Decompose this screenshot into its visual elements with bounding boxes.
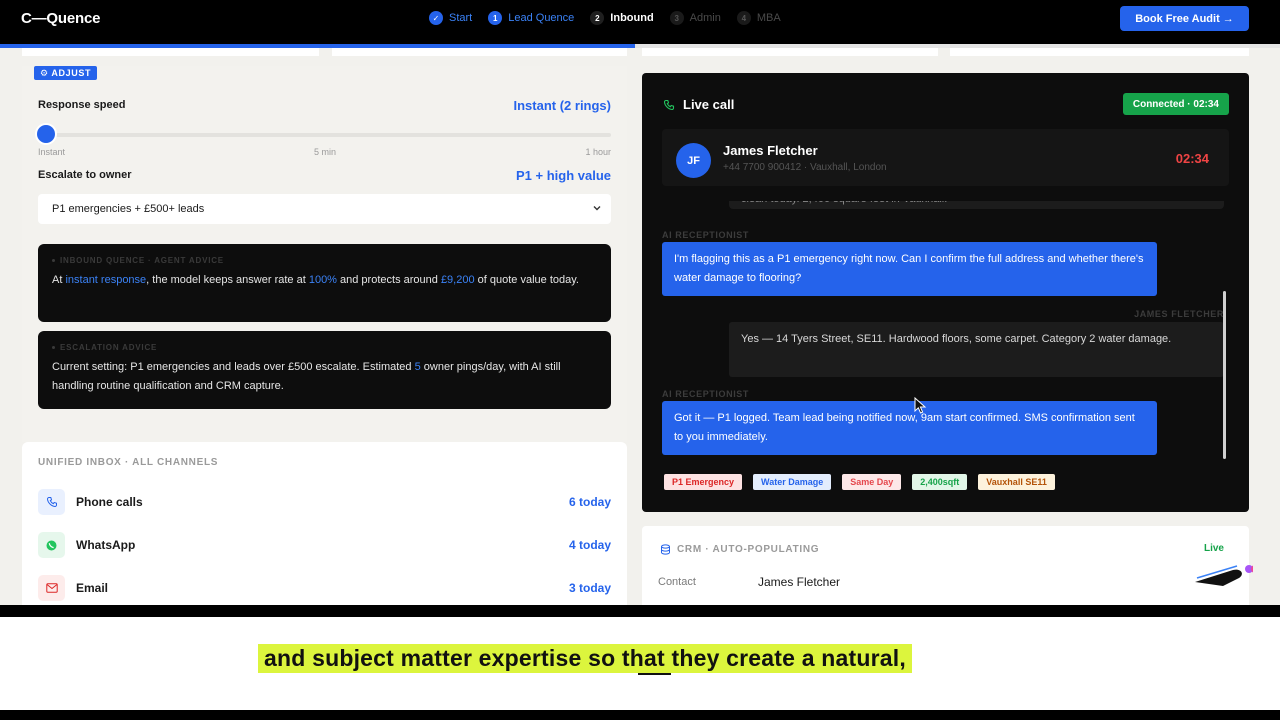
tag-p1-emergency: P1 Emergency	[664, 474, 743, 490]
logo[interactable]: C—Quence	[21, 10, 100, 27]
channel-row-email[interactable]: Email 3 today	[38, 574, 611, 602]
adjust-badge: ⚙ ADJUST	[34, 66, 98, 80]
whatsapp-icon	[38, 532, 65, 558]
step-start[interactable]: ✓ Start	[429, 11, 472, 25]
call-timer: 02:34	[1175, 151, 1209, 166]
unified-inbox: UNIFIED INBOX · ALL CHANNELS Phone calls…	[22, 442, 627, 605]
caller-message: Yes — 14 Tyers Street, SE11. Hardwood fl…	[729, 322, 1224, 377]
crm-field-label: Contact	[658, 576, 696, 588]
email-icon	[38, 575, 65, 601]
crm-panel: CRM · AUTO-POPULATING Live Contact James…	[642, 526, 1249, 605]
step-label: Start	[449, 12, 473, 24]
agent-advice-card: INBOUND QUENCE · AGENT ADVICE At instant…	[38, 244, 611, 322]
phone-icon	[38, 489, 65, 515]
escalation-advice-kicker: ESCALATION ADVICE	[52, 343, 597, 352]
caller-card: JF James Fletcher +44 7700 900412 · Vaux…	[662, 129, 1229, 186]
tag-square-footage: 2,400sqft	[912, 474, 968, 490]
top-nav: C—Quence ✓ Start 1 Lead Quence 2 Inbound…	[0, 0, 1280, 44]
tag-same-day: Same Day	[842, 474, 902, 490]
step-admin[interactable]: 3 Admin	[669, 11, 721, 25]
top-card-stub	[642, 48, 938, 56]
top-card-stub	[950, 48, 1249, 56]
crm-title: CRM · AUTO-POPULATING	[660, 544, 819, 555]
step-label: Admin	[689, 12, 721, 24]
mouse-cursor-icon	[914, 397, 927, 414]
caller-name: James Fletcher	[723, 143, 818, 158]
app-body: ⚙ ADJUST Response speed Instant (2 rings…	[0, 48, 1280, 605]
escalation-advice-card: ESCALATION ADVICE Current setting: P1 em…	[38, 331, 611, 409]
inbox-title: UNIFIED INBOX · ALL CHANNELS	[38, 457, 219, 468]
transcript-scrollbar[interactable]	[1223, 291, 1226, 459]
response-speed-slider-track[interactable]	[46, 133, 611, 137]
channel-count: 3 today	[568, 581, 611, 595]
ai-message: I'm flagging this as a P1 emergency righ…	[662, 242, 1157, 296]
chevron-down-icon	[593, 206, 601, 211]
top-card-stub	[22, 48, 319, 56]
step-lead-quence[interactable]: 1 Lead Quence	[488, 11, 574, 25]
channel-row-whatsapp[interactable]: WhatsApp 4 today	[38, 531, 611, 559]
response-speed-slider-handle[interactable]	[37, 125, 55, 143]
phone-icon	[663, 99, 675, 110]
channel-name: Phone calls	[76, 495, 143, 509]
speaker-label: AI RECEPTIONIST	[662, 389, 750, 399]
brand-widget-icon[interactable]	[1193, 564, 1253, 586]
step-number: 3	[669, 11, 684, 25]
channel-count: 4 today	[568, 538, 611, 552]
slider-tick-label: 5 min	[314, 147, 337, 157]
live-call-header: Live call	[663, 97, 734, 112]
connected-status-badge: Connected · 02:34	[1122, 93, 1229, 115]
speaker-label: JAMES FLETCHER	[1134, 309, 1224, 319]
tag-water-damage: Water Damage	[753, 474, 832, 490]
agent-advice-text: At instant response, the model keeps ans…	[52, 274, 579, 286]
step-label: Lead Quence	[508, 12, 575, 24]
crm-field-value: James Fletcher	[758, 575, 841, 589]
step-number: 2	[590, 11, 605, 25]
top-card-stub	[332, 48, 627, 56]
channel-name: Email	[76, 581, 109, 595]
call-transcript[interactable]: clean today. 2,400 square feet in Vauxha…	[662, 201, 1229, 464]
ai-message: Got it — P1 logged. Team lead being noti…	[662, 401, 1157, 455]
adjust-panel: ⚙ ADJUST Response speed Instant (2 rings…	[22, 66, 627, 442]
escalate-label: Escalate to owner	[38, 169, 132, 181]
agent-advice-kicker: INBOUND QUENCE · AGENT ADVICE	[52, 256, 597, 265]
caption-word-underline	[638, 673, 671, 675]
step-mba[interactable]: 4 MBA	[736, 11, 781, 25]
tag-location: Vauxhall SE11	[978, 474, 1055, 490]
transcript-message-partial: clean today. 2,400 square feet in Vauxha…	[729, 201, 1224, 209]
step-number: 1	[488, 11, 503, 25]
escalate-select[interactable]: P1 emergencies + £500+ leads	[38, 194, 611, 224]
crm-live-indicator: Live	[1203, 543, 1224, 554]
database-icon	[661, 544, 670, 555]
channel-name: WhatsApp	[76, 538, 136, 552]
speaker-label: AI RECEPTIONIST	[662, 230, 750, 240]
video-caption: and subject matter expertise so that the…	[258, 644, 912, 673]
response-speed-value: Instant (2 rings)	[513, 98, 611, 113]
step-label: Inbound	[610, 12, 654, 24]
step-number: 4	[736, 11, 751, 25]
escalate-select-value: P1 emergencies + £500+ leads	[52, 203, 205, 215]
escalate-value: P1 + high value	[515, 168, 611, 183]
slider-tick-label: Instant	[38, 147, 66, 157]
channel-row-phone[interactable]: Phone calls 6 today	[38, 488, 611, 516]
check-icon: ✓	[429, 11, 443, 25]
book-free-audit-button[interactable]: Book Free Audit →	[1120, 6, 1249, 31]
step-label: MBA	[756, 12, 781, 24]
channel-count: 6 today	[568, 495, 611, 509]
caller-details: +44 7700 900412 · Vauxhall, London	[723, 162, 887, 173]
response-speed-label: Response speed	[38, 99, 126, 111]
escalation-advice-text: Current setting: P1 emergencies and lead…	[52, 361, 561, 392]
step-inbound[interactable]: 2 Inbound	[590, 11, 654, 25]
slider-tick-label: 1 hour	[585, 147, 611, 157]
step-indicator: ✓ Start 1 Lead Quence 2 Inbound 3 Admin …	[429, 11, 781, 25]
live-call-title: Live call	[683, 97, 735, 112]
live-call-panel: Live call Connected · 02:34 JF James Fle…	[642, 73, 1249, 512]
call-tags: P1 Emergency Water Damage Same Day 2,400…	[664, 474, 1055, 490]
avatar: JF	[676, 143, 711, 178]
